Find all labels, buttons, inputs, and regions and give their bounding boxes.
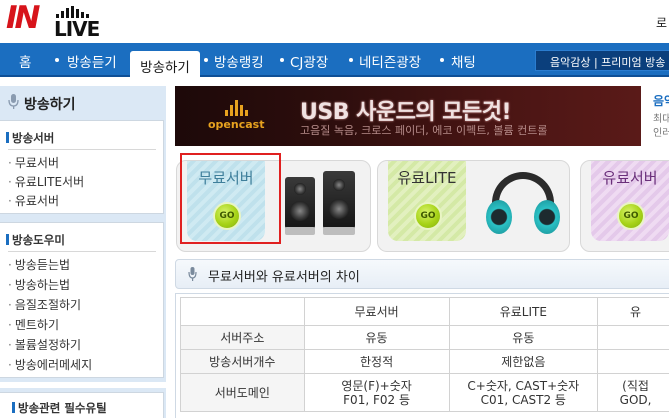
- opencast-logo-icon: [225, 100, 255, 116]
- table-cell: 한정적: [303, 349, 450, 374]
- sidebar-link-free-server[interactable]: 무료서버: [8, 154, 59, 171]
- nav-separator-dot: [440, 58, 444, 62]
- sidebar-link-how-to-broadcast[interactable]: 방송하는법: [8, 276, 70, 293]
- side-promo-line: 최대: [653, 114, 669, 125]
- nav-broadcast-active[interactable]: 방송하기: [130, 51, 200, 79]
- nav-listen[interactable]: 방송듣기: [67, 51, 117, 71]
- table-row: 서버도메인 영문(F)+숫자 F01, F02 등 C+숫자, CAST+숫자 …: [180, 373, 669, 412]
- sidebar-link-volume-settings[interactable]: 볼륨설정하기: [8, 336, 81, 353]
- cell-line: (직접: [622, 378, 649, 393]
- banner-brand: opencast: [208, 118, 265, 131]
- sidebar-section-title: 방송서버: [5, 131, 55, 145]
- table-cell: 영문(F)+숫자 F01, F02 등: [303, 373, 450, 412]
- cell-line: F01, F02 등: [343, 392, 410, 407]
- comparison-title: 무료서버와 유료서버의 차이: [208, 270, 360, 285]
- sidebar-section-title: 방송도우미: [6, 233, 65, 247]
- comparison-section-header: 무료서버와 유료서버의 차이: [175, 259, 669, 289]
- row-label: 서버도메인: [180, 373, 305, 412]
- logo-in-text: IN: [6, 0, 41, 36]
- divider: [8, 149, 156, 150]
- row-label: 방송서버개수: [180, 349, 305, 374]
- sidebar-section-helpers: 방송도우미 방송듣는법 방송하는법 음질조절하기 멘트하기 볼륨설정하기 방송에…: [0, 222, 164, 378]
- nav-chat[interactable]: 채팅: [451, 51, 476, 71]
- sidebar-link-comment[interactable]: 멘트하기: [8, 316, 59, 333]
- top-login-link[interactable]: 로: [656, 14, 667, 31]
- table-cell: 유동: [303, 325, 450, 350]
- sidebar-section-servers: 방송서버 무료서버 유료LITE서버 유료서버: [0, 120, 164, 214]
- paid-server-label: 유료서버: [602, 169, 658, 187]
- sidebar-section-utilities: 방송관련 필수유틸: [0, 392, 164, 418]
- nav-separator-dot: [55, 58, 59, 62]
- selection-highlight-box: [180, 153, 281, 244]
- table-header-cell: 유료LITE: [448, 297, 599, 326]
- opencast-ad-banner[interactable]: opencast USB 사운드의 모든것! 고음질 녹음, 크로스 페이더, …: [175, 86, 641, 146]
- sidebar-link-paid-server[interactable]: 유료서버: [8, 192, 59, 209]
- table-cell: [597, 325, 669, 350]
- sidebar-link-how-to-listen[interactable]: 방송듣는법: [8, 256, 70, 273]
- sidebar-link-lite-server[interactable]: 유료LITE서버: [8, 173, 84, 190]
- table-header-cell: [180, 297, 305, 326]
- row-label: 서버주소: [180, 325, 305, 350]
- sidebar-link-error-messages[interactable]: 방송에러메세지: [8, 356, 92, 373]
- cell-line: 영문(F)+숫자: [341, 378, 412, 393]
- paid-server-card[interactable]: 유료서버 GO: [580, 160, 669, 252]
- table-cell: [597, 349, 669, 374]
- nav-music-premium[interactable]: 음악감상 | 프리미엄 방송: [535, 50, 669, 71]
- sidebar-section-title: 방송관련 필수유틸: [12, 401, 107, 415]
- comparison-table: 무료서버 유료LITE 유 서버주소 유동 유동 방송서버개수 한정적 제한없음…: [180, 297, 669, 412]
- banner-subline: 고음질 녹음, 크로스 페이더, 에코 이펙트, 볼륨 컨트롤: [300, 124, 548, 137]
- sidebar-title: 방송하기: [24, 97, 76, 113]
- nav-ranking[interactable]: 방송랭킹: [214, 51, 264, 71]
- paid-server-tab[interactable]: 유료서버 GO: [591, 161, 669, 241]
- nav-separator-dot: [204, 58, 208, 62]
- side-promo-line: 인러: [653, 128, 669, 139]
- nav-separator-dot: [349, 58, 353, 62]
- side-promo-title: 음악: [653, 94, 669, 108]
- microphone-icon: [188, 267, 197, 281]
- table-cell: 제한없음: [448, 349, 599, 374]
- logo-live-text: LIVE: [54, 17, 100, 41]
- paid-server-go-button[interactable]: GO: [617, 202, 645, 230]
- nav-home[interactable]: 홈: [19, 51, 31, 71]
- table-header-row: 무료서버 유료LITE 유: [180, 297, 669, 326]
- divider: [8, 251, 156, 252]
- nav-netizen-square[interactable]: 네티즌광장: [359, 51, 421, 71]
- cell-line: C01, CAST2 등: [480, 392, 566, 407]
- lite-server-go-button[interactable]: GO: [414, 202, 442, 230]
- cell-line: GOD,: [619, 392, 652, 407]
- main-navigation: 홈 방송듣기 방송하기 방송랭킹 CJ광장 네티즌광장 채팅 음악감상 | 프리…: [0, 43, 669, 79]
- lite-server-tab[interactable]: 유료LITE GO: [388, 161, 466, 241]
- lite-server-label: 유료LITE: [397, 169, 457, 187]
- comparison-table-container: 무료서버 유료LITE 유 서버주소 유동 유동 방송서버개수 한정적 제한없음…: [175, 293, 669, 418]
- site-logo[interactable]: IN LIVE: [4, 0, 114, 41]
- nav-cj-square[interactable]: CJ광장: [290, 51, 328, 71]
- table-cell: (직접 GOD,: [597, 373, 669, 412]
- nav-separator-dot: [280, 58, 284, 62]
- table-row: 서버주소 유동 유동: [180, 325, 669, 350]
- sidebar-link-audio-quality[interactable]: 음질조절하기: [8, 296, 81, 313]
- cell-line: C+숫자, CAST+숫자: [467, 378, 580, 393]
- table-header-cell: 유: [597, 297, 669, 326]
- sidebar-header: 방송하기: [0, 86, 166, 122]
- microphone-icon: [8, 94, 19, 109]
- table-row: 방송서버개수 한정적 제한없음: [180, 349, 669, 374]
- table-header-cell: 무료서버: [303, 297, 450, 326]
- side-promo[interactable]: 음악 최대 인러: [648, 86, 669, 146]
- table-cell: 유동: [448, 325, 599, 350]
- table-cell: C+숫자, CAST+숫자 C01, CAST2 등: [448, 373, 599, 412]
